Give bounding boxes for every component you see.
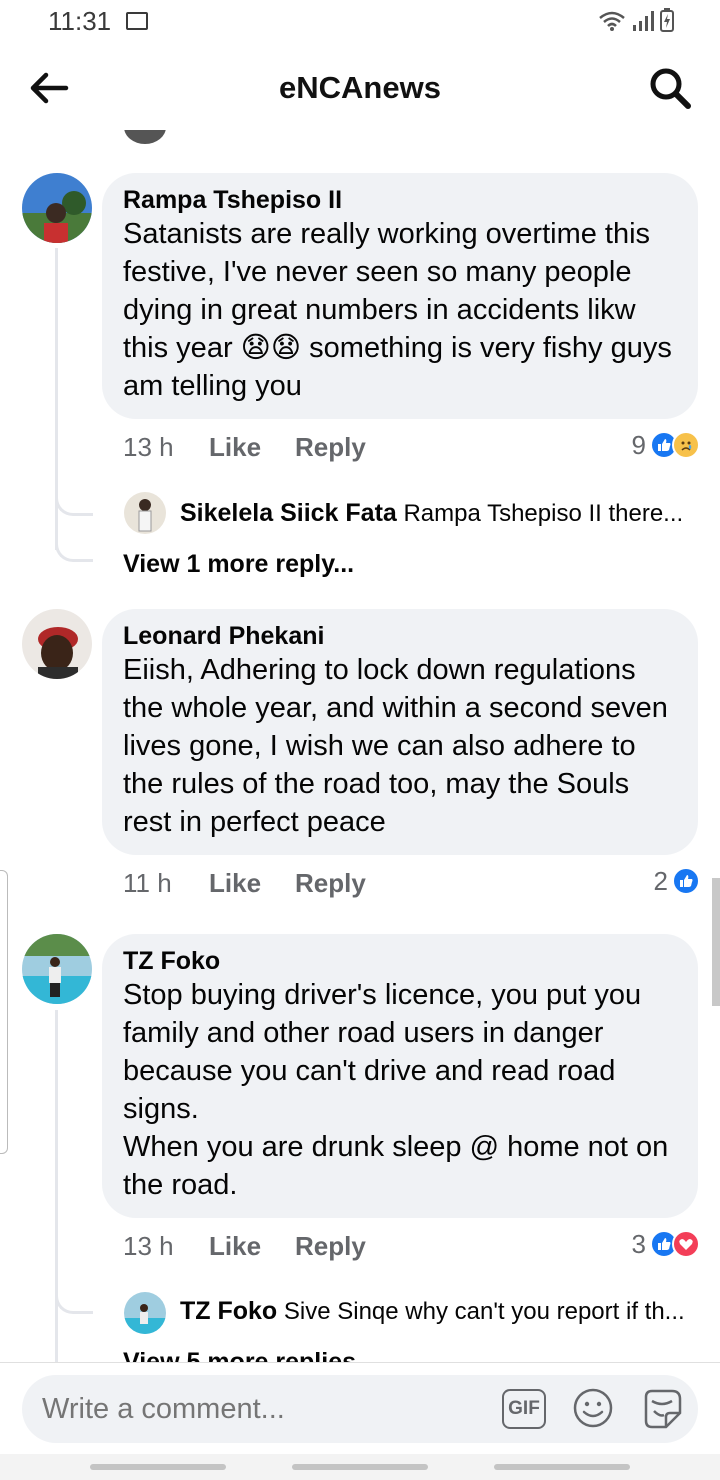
comment-text: Eiish, Adhering to lock down regulations…: [123, 654, 668, 838]
comment-bubble[interactable]: Leonard Phekani Eiish, Adhering to lock …: [102, 609, 698, 855]
status-bar: 11:31: [0, 0, 720, 44]
reply-avatar[interactable]: [124, 492, 166, 534]
sad-icon: [672, 431, 700, 459]
reply-author[interactable]: TZ Foko: [180, 1297, 277, 1325]
view-more-replies-link[interactable]: View 1 more reply...: [123, 550, 354, 579]
comment-time: 13 h: [123, 431, 174, 462]
thread-branch: [55, 492, 93, 516]
reaction-summary[interactable]: 2: [654, 864, 700, 898]
reply-preview[interactable]: TZ Foko Sive Sinqe why can't you report …: [180, 1296, 685, 1327]
page-title: eNCAnews: [279, 70, 441, 105]
avatar[interactable]: [22, 934, 92, 1004]
search-icon[interactable]: [648, 66, 692, 110]
reaction-summary[interactable]: 3: [632, 1227, 700, 1261]
comment-author[interactable]: Rampa Tshepiso II: [123, 185, 676, 215]
like-button[interactable]: Like: [209, 1231, 295, 1262]
emoji-icon[interactable]: [572, 1387, 614, 1429]
reply-text: Rampa Tshepiso II there...: [403, 500, 684, 527]
comment-actions: 11 h Like Reply: [123, 866, 366, 900]
nav-recents-button[interactable]: [90, 1464, 226, 1470]
comment-time: 11 h: [123, 867, 172, 898]
like-button[interactable]: Like: [209, 432, 295, 463]
comment-bubble[interactable]: Rampa Tshepiso II Satanists are really w…: [102, 173, 698, 419]
scrollbar[interactable]: [712, 878, 720, 1006]
comment-actions: 13 h Like Reply: [123, 1229, 366, 1263]
signal-icon: [633, 11, 654, 31]
view-more-replies-link[interactable]: View 5 more replies: [123, 1348, 356, 1362]
gif-button[interactable]: GIF: [502, 1389, 546, 1429]
status-icons: [598, 8, 674, 32]
reply-button[interactable]: Reply: [295, 1231, 366, 1262]
like-button[interactable]: Like: [209, 868, 295, 899]
comment-author[interactable]: Leonard Phekani: [123, 621, 676, 651]
reply-avatar[interactable]: [124, 1292, 166, 1334]
comment-bubble[interactable]: TZ Foko Stop buying driver's licence, yo…: [102, 934, 698, 1218]
reply-author[interactable]: Sikelela Siick Fata: [180, 499, 397, 527]
comment-actions: 13 h Like Reply: [123, 430, 366, 464]
app-bar: eNCAnews: [0, 44, 720, 130]
thread-branch: [55, 538, 93, 562]
avatar: [124, 130, 166, 144]
reaction-count: 2: [653, 865, 668, 896]
reply-button[interactable]: Reply: [295, 868, 366, 899]
thread-line: [55, 1010, 58, 1362]
status-time: 11:31: [48, 6, 112, 36]
avatar[interactable]: [22, 609, 92, 679]
thread-branch: [55, 1290, 93, 1314]
comment-text: Stop buying driver's licence, you put yo…: [123, 979, 669, 1201]
love-icon: [672, 1230, 700, 1258]
battery-charging-icon: [660, 8, 674, 32]
reply-text: Sive Sinqe why can't you report if th...: [283, 1298, 685, 1325]
comment-input[interactable]: [42, 1375, 472, 1443]
gallery-notification-icon: [126, 12, 148, 30]
avatar[interactable]: [22, 173, 92, 243]
like-icon: [672, 867, 700, 895]
comment-feed[interactable]: Rampa Tshepiso II Satanists are really w…: [0, 130, 720, 1362]
sticker-icon[interactable]: [640, 1387, 684, 1431]
reply-preview[interactable]: Sikelela Siick Fata Rampa Tshepiso II th…: [180, 498, 683, 529]
comment-time: 13 h: [123, 1230, 174, 1261]
reaction-count: 3: [631, 1228, 646, 1259]
side-edge-panel-handle[interactable]: [0, 870, 8, 1154]
wifi-icon: [599, 11, 625, 31]
comment-author[interactable]: TZ Foko: [123, 946, 676, 976]
reaction-summary[interactable]: 9: [632, 428, 700, 462]
reaction-count: 9: [631, 429, 646, 460]
nav-back-button[interactable]: [494, 1464, 630, 1470]
system-nav-bar: [0, 1454, 720, 1480]
reply-button[interactable]: Reply: [295, 432, 366, 463]
comment-composer-bar: GIF: [0, 1362, 720, 1454]
nav-home-button[interactable]: [292, 1464, 428, 1470]
comment-composer[interactable]: GIF: [22, 1375, 698, 1443]
comment-text: Satanists are really working overtime th…: [123, 218, 672, 402]
